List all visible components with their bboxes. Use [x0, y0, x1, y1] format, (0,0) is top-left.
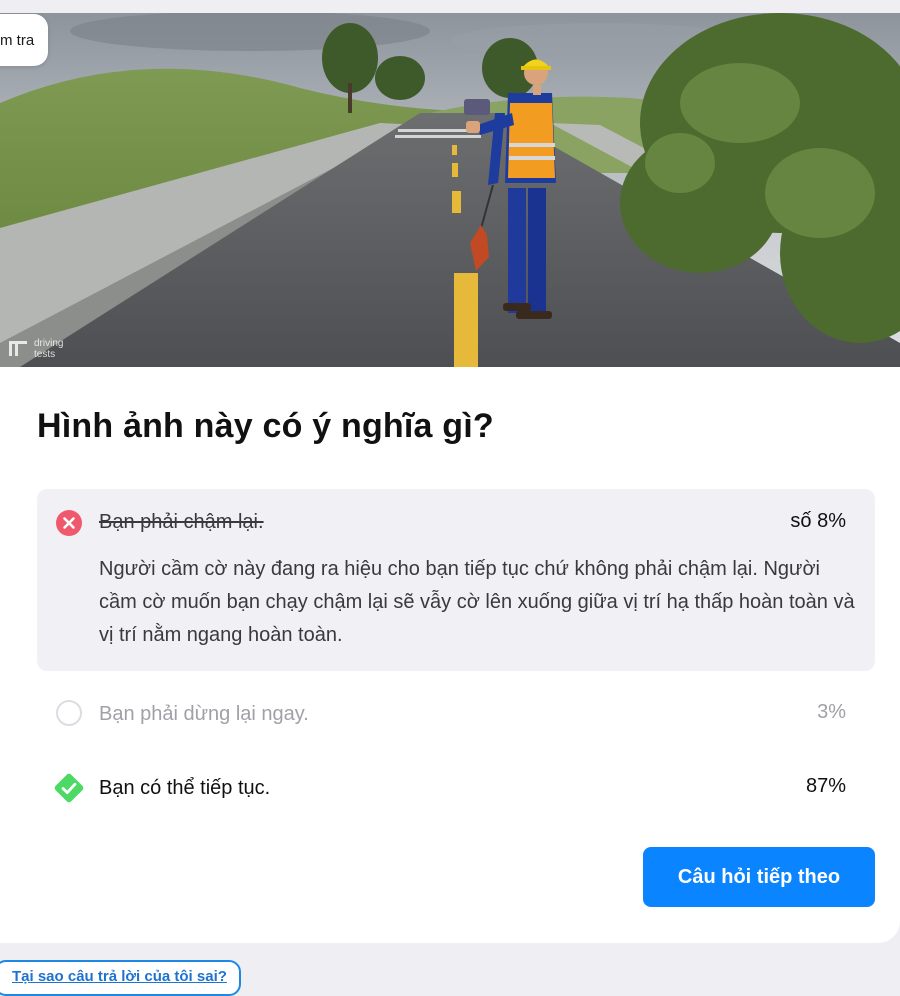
question-image: driving tests [0, 13, 900, 367]
question-card: driving tests m tra Hình ảnh này có ý ng… [0, 13, 900, 943]
answer-option-correct[interactable]: Bạn có thể tiếp tục. 87% [37, 769, 875, 809]
answer-option-label: Bạn có thể tiếp tục. [99, 777, 271, 799]
x-circle-icon [56, 510, 82, 536]
header-pill-label: m tra [0, 31, 35, 49]
answer-option-label: Bạn phải chậm lại. [99, 511, 264, 533]
answer-option-unselected[interactable]: Bạn phải dừng lại ngay. 3% [37, 695, 875, 735]
watermark-line1: driving [34, 338, 63, 349]
answer-option-percent: số 8% [790, 510, 846, 532]
next-question-button[interactable]: Câu hỏi tiếp theo [643, 847, 875, 907]
header-pill[interactable]: m tra [0, 14, 49, 66]
answer-option-wrong[interactable]: Bạn phải chậm lại. số 8% Người cầm cờ nà… [37, 489, 875, 671]
why-wrong-button[interactable]: Tại sao câu trả lời của tôi sai? [0, 960, 241, 996]
question-title: Hình ảnh này có ý nghĩa gì? [37, 407, 494, 445]
check-diamond-icon [54, 773, 84, 803]
empty-circle-icon [56, 700, 82, 726]
answer-option-label: Bạn phải dừng lại ngay. [99, 703, 309, 725]
answer-option-percent: 87% [805, 775, 846, 797]
answer-option-percent: 3% [817, 701, 846, 723]
watermark-line2: tests [34, 349, 55, 360]
answer-explanation: Người cầm cờ này đang ra hiệu cho bạn ti… [99, 558, 855, 646]
